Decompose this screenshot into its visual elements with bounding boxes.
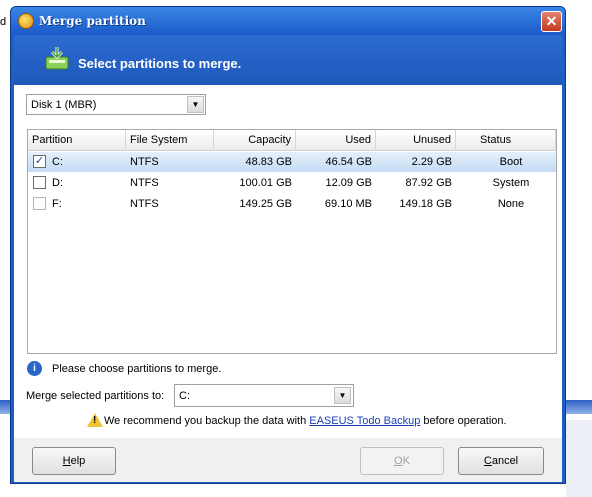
easeus-todo-backup-link[interactable]: EASEUS Todo Backup <box>309 415 420 427</box>
partition-table: Partition File System Capacity Used Unus… <box>27 129 557 354</box>
close-button[interactable]: ✕ <box>541 11 562 32</box>
cancel-accelerator: C <box>483 455 492 467</box>
cell-unused: 87.92 GB <box>405 177 452 189</box>
disk-select-dropdown-arrow-icon[interactable]: ▼ <box>187 96 204 113</box>
cancel-button[interactable]: Cancel <box>458 447 544 475</box>
ok-button[interactable]: OK <box>360 447 444 475</box>
row-checkbox[interactable]: ✓ <box>33 155 46 168</box>
ok-label: K <box>402 455 410 467</box>
cell-used: 46.54 GB <box>325 156 372 168</box>
table-row[interactable]: ✓ C: NTFS 48.83 GB 46.54 GB 2.29 GB Boot <box>28 152 556 172</box>
column-header-partition[interactable]: Partition <box>28 130 126 151</box>
merge-target-dropdown-arrow-icon[interactable]: ▼ <box>334 387 351 404</box>
warning-mark: ! <box>93 415 97 426</box>
disk-select[interactable]: Disk 1 (MBR) ▼ <box>26 94 206 115</box>
disk-select-value: Disk 1 (MBR) <box>31 99 97 111</box>
cell-status: None <box>497 198 525 210</box>
warning-text-before: We recommend you backup the data with <box>104 415 310 427</box>
cell-status: Boot <box>499 156 523 168</box>
cell-file-system: NTFS <box>130 156 159 168</box>
cell-used: 69.10 MB <box>324 198 372 210</box>
help-accelerator: H <box>62 455 71 467</box>
cell-used: 12.09 GB <box>325 177 372 189</box>
merge-target-value: C: <box>179 390 190 402</box>
cell-file-system: NTFS <box>130 198 159 210</box>
cell-status: System <box>492 177 530 189</box>
merge-partition-dialog: Merge partition ✕ Select partitions to m… <box>10 6 566 484</box>
dialog-content: Disk 1 (MBR) ▼ Partition File System Cap… <box>14 85 562 438</box>
cell-capacity: 149.25 GB <box>239 198 292 210</box>
cancel-label: ancel <box>491 455 519 467</box>
warning-message: We recommend you backup the data with EA… <box>104 415 507 427</box>
info-message: Please choose partitions to merge. <box>52 363 222 375</box>
info-icon: i <box>27 361 42 376</box>
table-row[interactable]: F: NTFS 149.25 GB 69.10 MB 149.18 GB Non… <box>28 194 556 214</box>
row-checkbox[interactable] <box>33 176 46 189</box>
background-panel <box>566 420 592 497</box>
cell-partition: F: <box>52 198 62 210</box>
column-header-unused[interactable]: Unused <box>376 130 456 151</box>
cell-unused: 149.18 GB <box>399 198 452 210</box>
cell-partition: C: <box>52 156 63 168</box>
column-header-file-system[interactable]: File System <box>126 130 214 151</box>
cell-capacity: 100.01 GB <box>239 177 292 189</box>
header-title: Select partitions to merge. <box>78 56 242 71</box>
table-header: Partition File System Capacity Used Unus… <box>28 130 556 151</box>
ok-accelerator: O <box>394 455 403 467</box>
app-logo-icon <box>18 13 34 29</box>
merge-target-label: Merge selected partitions to: <box>26 390 165 402</box>
cell-unused: 2.29 GB <box>411 156 452 168</box>
window-title: Merge partition <box>39 14 146 28</box>
header-band: Select partitions to merge. <box>14 35 562 85</box>
column-header-used[interactable]: Used <box>296 130 376 151</box>
merge-target-select[interactable]: C: ▼ <box>174 384 354 407</box>
merge-partition-icon <box>45 47 69 70</box>
help-label: elp <box>70 455 86 467</box>
column-header-status[interactable]: Status <box>456 130 556 151</box>
table-row[interactable]: D: NTFS 100.01 GB 12.09 GB 87.92 GB Syst… <box>28 173 556 193</box>
cell-file-system: NTFS <box>130 177 159 189</box>
warning-text-after: before operation. <box>420 415 507 427</box>
cell-capacity: 48.83 GB <box>245 156 292 168</box>
cell-partition: D: <box>52 177 63 189</box>
background-strip <box>566 400 592 414</box>
row-checkbox[interactable] <box>33 197 46 210</box>
help-button[interactable]: Help <box>32 447 116 475</box>
background-text: d <box>0 16 7 28</box>
button-bar: Help OK Cancel <box>14 438 562 482</box>
title-bar[interactable]: Merge partition ✕ <box>11 7 565 35</box>
column-header-capacity[interactable]: Capacity <box>214 130 296 151</box>
